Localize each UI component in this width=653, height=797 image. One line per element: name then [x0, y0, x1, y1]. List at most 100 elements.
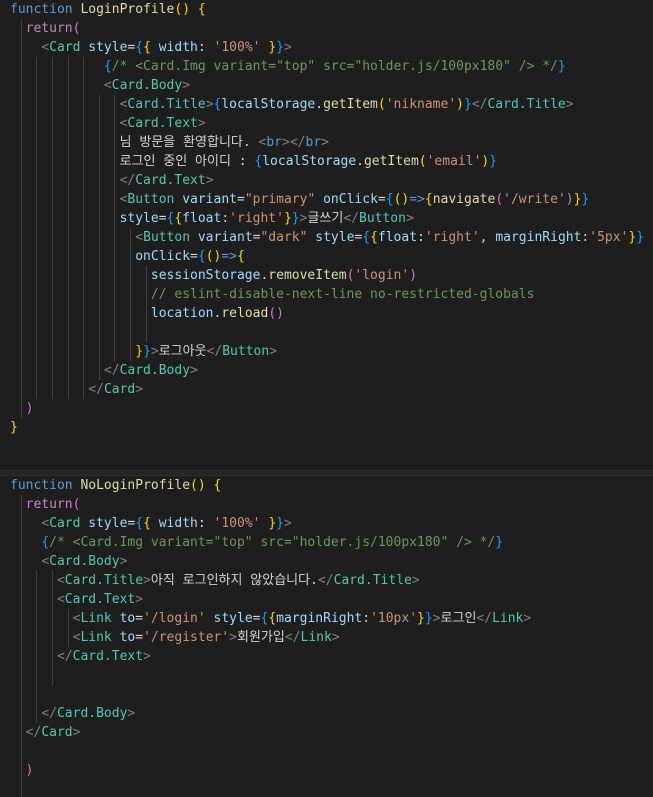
indent-guide [98, 171, 100, 190]
indent-guide [114, 152, 116, 171]
code-line[interactable]: </Card.Text> [0, 647, 653, 666]
indent-guide [20, 380, 22, 399]
code-line[interactable]: </Card> [0, 380, 653, 399]
code-line[interactable]: 로그인 중인 아이디 : {localStorage.getItem('emai… [0, 152, 653, 171]
code-token: ) [409, 268, 418, 283]
code-line[interactable]: ) [0, 399, 653, 418]
code-token: < [56, 573, 65, 588]
indent-guide [52, 342, 53, 361]
code-line[interactable]: <Card style={{ width: '100%' }}> [0, 38, 653, 57]
code-token: } [143, 344, 151, 359]
code-line[interactable]: 님 방문을 환영합니다. <br></br> [0, 133, 653, 152]
code-token: => [221, 249, 237, 264]
indent-guide [114, 304, 116, 323]
code-token: > [205, 97, 214, 112]
indent-guide [20, 266, 22, 285]
code-line[interactable]: </Card.Body> [0, 361, 653, 380]
indent-guide [98, 323, 100, 342]
code-line[interactable]: {/* <Card.Img variant="top" src="holder.… [0, 57, 653, 76]
code-line[interactable]: <Button variant="dark" style={{float:'ri… [0, 228, 653, 247]
code-line[interactable]: onClick={()=>{ [0, 247, 653, 266]
indent-guide [36, 628, 38, 647]
code-token: 글쓰기 [307, 211, 344, 226]
code-line[interactable]: <Card style={{ width: '100%' }}> [0, 514, 653, 533]
code-line[interactable]: <Card.Body> [0, 76, 653, 95]
code-line[interactable]: ) [0, 761, 653, 780]
code-line[interactable]: return( [0, 495, 653, 514]
code-line[interactable]: return( [0, 19, 653, 38]
indent-guide [67, 266, 69, 285]
indent-guide [130, 304, 131, 323]
code-line[interactable]: <Card.Text> [0, 590, 653, 609]
code-line[interactable] [0, 742, 653, 761]
code-line[interactable]: <Link to='/login' style={{marginRight:'1… [0, 609, 653, 628]
code-line[interactable] [0, 780, 653, 797]
code-area[interactable]: function NoLoginProfile() { return( <Car… [0, 476, 653, 797]
indent-guide [98, 361, 100, 380]
code-token: Button [143, 230, 191, 245]
code-line[interactable]: <Card.Title>{localStorage.getItem('nikna… [0, 95, 653, 114]
indent-guide [67, 171, 69, 190]
indent-guide [67, 628, 69, 647]
indent-guide [36, 171, 38, 190]
code-token: onClick [323, 192, 378, 207]
code-token: < [41, 554, 50, 569]
indent-guide [36, 228, 38, 247]
code-token: > [127, 706, 136, 721]
indent-guide [52, 361, 53, 380]
indent-guide [83, 361, 85, 380]
code-token: ( [495, 192, 504, 207]
code-line[interactable]: } [0, 418, 653, 437]
code-line[interactable]: <Card.Text> [0, 114, 653, 133]
indent-guide [83, 304, 85, 323]
code-token: } [276, 40, 284, 55]
editor-pane-login-profile[interactable]: function LoginProfile() { return( <Card … [0, 0, 653, 470]
indent-guide [52, 266, 53, 285]
code-line[interactable]: <Button variant="primary" onClick={()=>{… [0, 190, 653, 209]
indent-guide [83, 171, 85, 190]
code-token: Card.Title [64, 573, 144, 588]
indent-guide [145, 323, 147, 342]
code-token: } [268, 40, 277, 55]
code-line[interactable]: <Card.Title>아직 로그인하지 않았습니다.</Card.Title> [0, 571, 653, 590]
code-token: </ [317, 573, 334, 588]
code-line[interactable]: <Card.Body> [0, 552, 653, 571]
code-token: </ [119, 173, 136, 188]
code-line[interactable] [0, 323, 653, 342]
indent-guide [36, 380, 38, 399]
indent-guide [52, 209, 53, 228]
code-line[interactable]: <Link to='/register'>회원가입</Link> [0, 628, 653, 647]
code-line[interactable] [0, 666, 653, 685]
indent-guide [36, 323, 38, 342]
indent-guide [114, 266, 116, 285]
code-token: { [385, 192, 394, 207]
code-token: reload [221, 306, 269, 321]
code-line[interactable]: // eslint-disable-next-line no-restricte… [0, 285, 653, 304]
code-line[interactable]: }}>로그아웃</Button> [0, 342, 653, 361]
code-token: > [182, 78, 191, 93]
code-line[interactable]: sessionStorage.removeItem('login') [0, 266, 653, 285]
code-line[interactable]: function LoginProfile() { [0, 0, 653, 19]
code-line[interactable]: </Card.Body> [0, 704, 653, 723]
code-area[interactable]: function LoginProfile() { return( <Card … [0, 0, 653, 437]
code-line[interactable]: </Card.Text> [0, 171, 653, 190]
code-token: => [409, 192, 425, 207]
indent-guide [36, 704, 38, 723]
code-token: 로그아웃 [158, 344, 207, 359]
code-line[interactable]: function NoLoginProfile() { [0, 476, 653, 495]
editor-pane-nologin-profile[interactable]: function NoLoginProfile() { return( <Car… [0, 476, 653, 797]
code-token: ) [456, 97, 464, 112]
code-line[interactable]: location.reload() [0, 304, 653, 323]
code-line[interactable]: {/* <Card.Img variant="top" src="holder.… [0, 533, 653, 552]
code-line[interactable]: style={{float:'right'}}>글쓰기</Button> [0, 209, 653, 228]
code-token: > [321, 135, 329, 150]
indent-guide [114, 228, 116, 247]
code-line[interactable] [0, 685, 653, 704]
code-line[interactable]: </Card> [0, 723, 653, 742]
